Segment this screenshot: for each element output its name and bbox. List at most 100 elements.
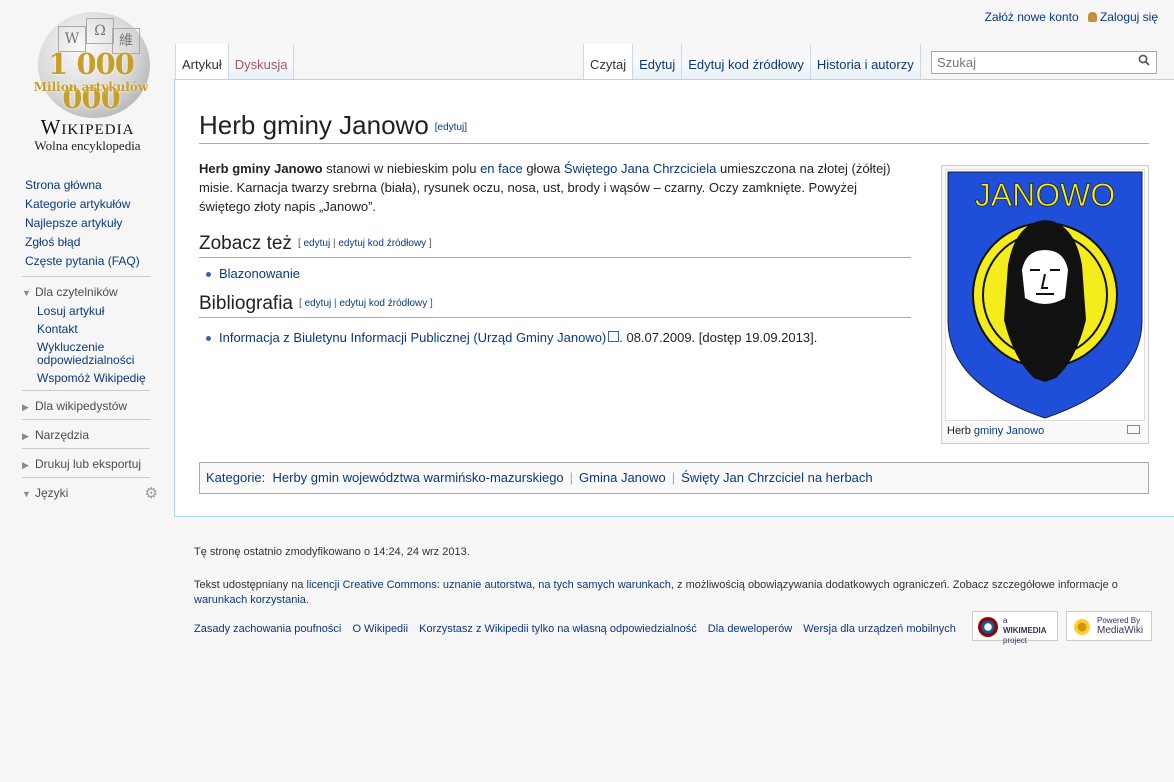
triangle-right-icon: ▶ xyxy=(22,431,29,441)
license-link[interactable]: licencji Creative Commons: uznanie autor… xyxy=(307,579,671,591)
sidebar-item-report-error[interactable]: Zgłoś błąd xyxy=(25,235,80,249)
tab-article-label: Artykuł xyxy=(182,57,222,72)
last-modified: Tę stronę ostatnio zmodyfikowano o 14:24… xyxy=(194,546,470,558)
license-text-1: Tekst udostępniany na xyxy=(194,579,307,591)
edit-bracket-close: ] xyxy=(426,238,432,249)
license-text-2: , z możliwością obowiązywania dodatkowyc… xyxy=(670,579,1118,591)
portal-languages-title: Języki xyxy=(35,486,69,500)
heading-see-also-text: Zobacz też xyxy=(199,233,292,255)
portal-readers-title: Dla czytelników xyxy=(35,285,118,299)
sidebar-item-contact[interactable]: Kontakt xyxy=(37,322,78,336)
thumb-caption-link[interactable]: gminy Janowo xyxy=(974,425,1044,437)
portal-print: ▶ Drukuj lub eksportuj xyxy=(22,448,150,477)
link-saint-john[interactable]: Świętego Jana Chrzciciela xyxy=(564,161,716,176)
tab-history[interactable]: Historia i autorzy xyxy=(810,44,921,79)
list-item: Blazonowanie xyxy=(206,264,911,283)
portal-wikipedians-title: Dla wikipedystów xyxy=(35,399,128,413)
terms-link[interactable]: warunkach korzystania xyxy=(194,594,306,606)
tab-discussion-label: Dyskusja xyxy=(234,57,288,72)
section-edit-source-link[interactable]: edytuj kod źródłowy xyxy=(338,238,426,249)
tab-discussion[interactable]: Dyskusja xyxy=(228,44,295,79)
portal-languages-header[interactable]: ▼ Języki ⚙ xyxy=(22,478,158,502)
category-link[interactable]: Herby gmin województwa warmińsko-mazursk… xyxy=(273,470,564,485)
thumbnail: JANOWO Herb gminy Janowo xyxy=(941,165,1149,444)
search-input[interactable]: Szukaj xyxy=(931,51,1157,74)
badge1-main: WIKIMEDIA xyxy=(1003,626,1047,635)
external-link-icon xyxy=(608,331,620,342)
badge2-main: MediaWiki xyxy=(1097,625,1144,636)
sidebar-item-donate[interactable]: Wspomóż Wikipedię xyxy=(37,371,146,385)
heading-bibliography: Bibliografia[ edytuj | edytuj kod źródło… xyxy=(199,291,911,318)
wikimedia-badge[interactable]: a WIKIMEDIA project xyxy=(972,611,1058,645)
sidebar-item-best-articles[interactable]: Najlepsze artykuły xyxy=(25,216,122,230)
sidebar-item-random[interactable]: Losuj artykuł xyxy=(37,304,104,318)
badge1-sub: project xyxy=(1003,636,1028,645)
edit-bracket-close: ] xyxy=(427,298,433,309)
tab-read-label: Czytaj xyxy=(590,57,627,72)
license-text: Tekst udostępniany na licencji Creative … xyxy=(194,578,1154,608)
sidebar-item-main-page[interactable]: Strona główna xyxy=(25,178,102,192)
gear-icon[interactable]: ⚙ xyxy=(145,484,158,502)
thumb-caption: Herb gminy Janowo xyxy=(947,425,1044,437)
tab-edit-source[interactable]: Edytuj kod źródłowy xyxy=(682,44,811,79)
link-blazonowanie[interactable]: Blazonowanie xyxy=(219,266,300,281)
bib-rest: . 08.07.2009. [dostęp 19.09.2013]. xyxy=(619,330,818,345)
intro-text-1: stanowi w niebieskim polu xyxy=(322,161,481,176)
portal-print-header[interactable]: ▶ Drukuj lub eksportuj xyxy=(22,449,150,472)
portal-readers: ▼ Dla czytelników Losuj artykuł Kontakt W… xyxy=(22,276,150,385)
heading-see-also: Zobacz też[ edytuj | edytuj kod źródłowy… xyxy=(199,231,911,258)
tab-edit-source-label: Edytuj kod źródłowy xyxy=(688,57,804,72)
user-icon xyxy=(1087,12,1097,22)
mediawiki-logo-icon xyxy=(1072,617,1092,637)
category-link[interactable]: Święty Jan Chrzciciel na herbach xyxy=(681,470,872,485)
category-link[interactable]: Gmina Janowo xyxy=(579,470,666,485)
heading-bibliography-text: Bibliografia xyxy=(199,293,293,315)
title-edit-link[interactable]: [edytuj] xyxy=(435,122,467,133)
search-icon[interactable] xyxy=(1138,54,1150,69)
section-edit-link[interactable]: edytuj xyxy=(305,298,332,309)
sidebar-item-disclaimer[interactable]: Wykluczenie odpowiedzialności xyxy=(37,340,134,367)
sidebar-item-categories[interactable]: Kategorie artykułów xyxy=(25,197,130,211)
thumb-caption-prefix: Herb xyxy=(947,425,974,437)
article-body: Herb gminy Janowo stanowi w niebieskim p… xyxy=(199,159,911,347)
portal-tools-title: Narzędzia xyxy=(35,428,90,442)
login-link[interactable]: Zaloguj się xyxy=(1100,10,1158,24)
tab-read[interactable]: Czytaj xyxy=(583,44,634,79)
create-account-link[interactable]: Załóż nowe konto xyxy=(985,10,1079,24)
namespace-tabs: Artykuł Dyskusja xyxy=(175,44,295,79)
tab-history-label: Historia i autorzy xyxy=(816,57,914,72)
list-item: Informacja z Biuletynu Informacji Public… xyxy=(206,328,911,347)
portal-wikipedians-header[interactable]: ▶ Dla wikipedystów xyxy=(22,391,150,414)
footer-link-developers[interactable]: Dla deweloperów xyxy=(708,623,792,635)
category-links: Kategorie: Herby gmin województwa warmiń… xyxy=(199,462,1149,494)
link-bip[interactable]: Informacja z Biuletynu Informacji Public… xyxy=(219,330,606,345)
tab-edit[interactable]: Edytuj xyxy=(633,44,683,79)
million-text: Milion artykułów xyxy=(33,80,149,94)
intro-bold: Herb gminy Janowo xyxy=(199,161,323,176)
section-edit-link[interactable]: edytuj xyxy=(304,238,331,249)
portal-tools-header[interactable]: ▶ Narzędzia xyxy=(22,420,150,443)
portal-readers-header[interactable]: ▼ Dla czytelników xyxy=(22,277,150,300)
license-text-3: . xyxy=(305,594,309,606)
tab-article[interactable]: Artykuł xyxy=(175,44,229,79)
categories-label[interactable]: Kategorie xyxy=(206,470,262,485)
wikipedia-logo[interactable]: W Ω 維 1 000 000 Milion artykułów Wikiped… xyxy=(10,10,165,160)
wikimedia-logo-icon xyxy=(978,617,998,637)
triangle-down-icon: ▼ xyxy=(22,489,31,499)
wordmark: Wikipedia xyxy=(40,115,135,139)
portal-languages: ▼ Języki ⚙ xyxy=(22,477,158,506)
sidebar: Strona główna Kategorie artykułów Najlep… xyxy=(0,178,170,506)
section-edit-source-link[interactable]: edytuj kod źródłowy xyxy=(339,298,427,309)
intro-paragraph: Herb gminy Janowo stanowi w niebieskim p… xyxy=(199,159,911,216)
footer-link-privacy[interactable]: Zasady zachowania poufności xyxy=(194,623,341,635)
sidebar-item-faq[interactable]: Częste pytania (FAQ) xyxy=(25,254,140,268)
footer-link-about[interactable]: O Wikipedii xyxy=(352,623,408,635)
coat-of-arms-image[interactable]: JANOWO xyxy=(945,169,1145,421)
footer-link-disclaimer[interactable]: Korzystasz z Wikipedii tylko na własną o… xyxy=(419,623,697,635)
enlarge-icon[interactable] xyxy=(1127,425,1140,434)
footer-link-mobile[interactable]: Wersja dla urządzeń mobilnych xyxy=(803,623,956,635)
mediawiki-badge[interactable]: Powered By MediaWiki xyxy=(1066,611,1152,641)
link-en-face[interactable]: en face xyxy=(480,161,523,176)
triangle-right-icon: ▶ xyxy=(22,460,29,470)
portal-wikipedians: ▶ Dla wikipedystów xyxy=(22,390,150,419)
